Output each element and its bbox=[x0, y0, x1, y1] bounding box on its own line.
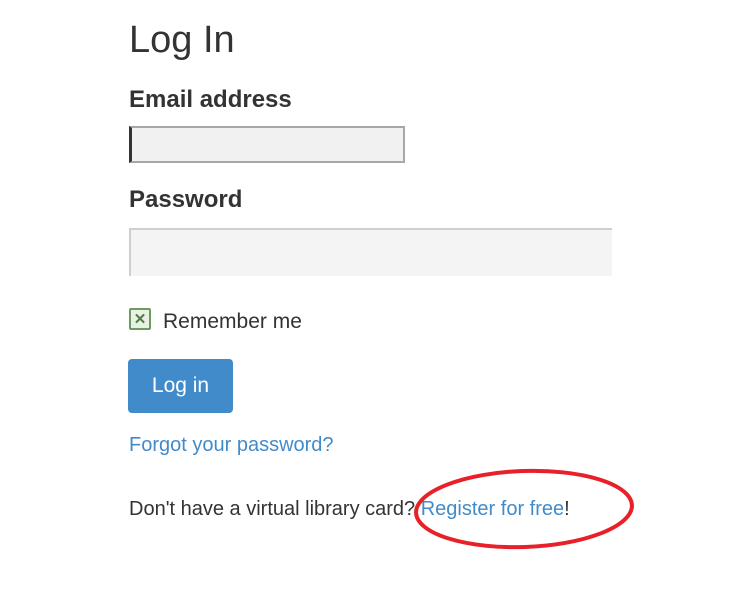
email-label: Email address bbox=[129, 86, 292, 113]
email-input[interactable] bbox=[129, 126, 405, 163]
register-prompt-text: Don't have a virtual library card? bbox=[129, 498, 421, 520]
login-button[interactable]: Log in bbox=[128, 359, 233, 413]
password-input[interactable] bbox=[129, 228, 612, 276]
remember-me-label: Remember me bbox=[163, 310, 302, 333]
register-suffix: ! bbox=[564, 498, 570, 520]
check-icon: ✕ bbox=[133, 310, 147, 328]
register-prompt-line: Don't have a virtual library card? Regis… bbox=[129, 498, 570, 521]
page-title: Log In bbox=[129, 19, 235, 61]
forgot-password-link[interactable]: Forgot your password? bbox=[129, 434, 334, 457]
password-label: Password bbox=[129, 186, 243, 213]
register-link[interactable]: Register for free bbox=[421, 498, 564, 520]
remember-me-row[interactable]: ✕ Remember me bbox=[129, 304, 302, 334]
remember-me-checkbox[interactable]: ✕ bbox=[129, 308, 151, 330]
login-form: Log In Email address Password ✕ Remember… bbox=[0, 0, 739, 605]
